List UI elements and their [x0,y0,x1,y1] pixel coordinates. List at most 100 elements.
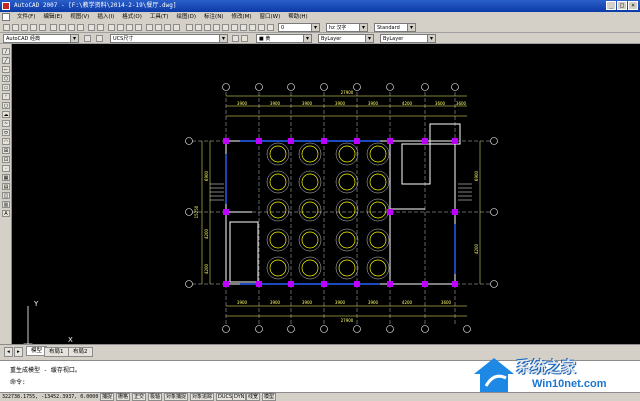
menu-dimension[interactable]: 标注(N) [201,12,226,22]
hatch-icon[interactable]: ▦ [2,174,10,181]
undo-icon[interactable] [88,24,95,31]
color-select[interactable]: ■ 黄 [256,34,312,43]
quick-dim-icon[interactable] [249,24,256,31]
dim-ordinate-icon[interactable] [213,24,220,31]
construction-line-icon[interactable]: ╱ [2,57,10,64]
menu-edit[interactable]: 编辑(E) [40,12,65,22]
make-object-layer-current-icon[interactable] [232,35,239,42]
print-icon[interactable] [30,24,37,31]
match-properties-icon[interactable] [77,24,84,31]
otrack-toggle[interactable]: 对象追踪 [190,393,215,401]
dim-bottom-7: 3600 [441,300,452,305]
layer-previous-icon[interactable] [241,35,248,42]
dim-top-6: 4200 [402,101,413,106]
dim-arc-icon[interactable] [204,24,211,31]
dim-left-2: 4200 [204,228,209,239]
menu-file[interactable]: 文件(F) [14,12,38,22]
ellipse-arc-icon[interactable]: ◠ [2,138,10,145]
copy-icon[interactable] [59,24,66,31]
menu-format[interactable]: 格式(O) [119,12,145,22]
dim-diameter-icon[interactable] [231,24,238,31]
make-block-icon[interactable]: ⊡ [2,156,10,163]
menu-window[interactable]: 窗口(W) [257,12,284,22]
cut-icon[interactable] [50,24,57,31]
tab-scroll-right[interactable]: ▸ [14,347,23,357]
table-icon[interactable]: ▥ [2,201,10,208]
tab-scroll-left[interactable]: ◂ [4,347,13,357]
pan-icon[interactable] [108,24,115,31]
dim-baseline-icon[interactable] [258,24,265,31]
ortho-toggle[interactable]: 正交 [132,393,147,401]
zoom-window-icon[interactable] [126,24,133,31]
menu-tools[interactable]: 工具(T) [147,12,172,22]
new-file-icon[interactable] [3,24,10,31]
menu-insert[interactable]: 插入(I) [94,12,117,22]
spline-icon[interactable]: ~ [2,120,10,127]
circle-icon[interactable]: ○ [2,102,10,109]
workspace-select[interactable]: AutoCAD 经典 [3,34,79,43]
autocad-app-icon[interactable] [2,2,10,10]
redo-icon[interactable] [97,24,104,31]
linetype-select[interactable]: ByLayer [318,34,374,43]
rectangle-icon[interactable]: ▭ [2,84,10,91]
round-tables [269,145,387,277]
dim-style-select[interactable]: 0 [278,23,320,32]
print-preview-icon[interactable] [39,24,46,31]
lineweight-toggle[interactable]: 线宽 [246,393,261,401]
dim-linear-icon[interactable] [186,24,193,31]
grid-toggle[interactable]: 栅格 [116,393,131,401]
properties-icon[interactable] [146,24,153,31]
dim-bottom-total: 27900 [341,318,354,323]
dim-top-3: 3900 [302,101,313,106]
tab-layout1[interactable]: 布局1 [44,347,69,357]
dim-radius-icon[interactable] [222,24,229,31]
ellipse-icon[interactable]: ⬭ [2,129,10,136]
menu-view[interactable]: 视图(V) [67,12,92,22]
dimension-style-select[interactable]: Standard [374,23,416,32]
tool-palettes-icon[interactable] [164,24,171,31]
menu-draw[interactable]: 绘图(D) [174,12,200,22]
gradient-icon[interactable]: ▤ [2,183,10,190]
help-icon[interactable] [173,24,180,31]
save-icon[interactable] [21,24,28,31]
model-toggle[interactable]: 模型 [262,393,277,401]
dim-aligned-icon[interactable] [195,24,202,31]
arc-icon[interactable]: ◜ [2,93,10,100]
dim-continue-icon[interactable] [267,24,274,31]
polygon-icon[interactable]: ⬡ [2,75,10,82]
maximize-button[interactable]: □ [617,1,627,10]
insert-block-icon[interactable]: ⊞ [2,147,10,154]
document-icon[interactable] [2,13,10,21]
dim-angular-icon[interactable] [240,24,247,31]
text-style-select[interactable]: hz 汉字 [326,23,368,32]
lineweight-select[interactable]: ByLayer [380,34,436,43]
revision-cloud-icon[interactable]: ☁ [2,111,10,118]
paste-icon[interactable] [68,24,75,31]
polyline-icon[interactable]: ⌐ [2,66,10,73]
dyn-toggle[interactable]: DYN [232,393,247,401]
workspace-settings-icon[interactable] [84,35,91,42]
floor-plan: 27900 3900 3900 3900 3900 3900 4200 3600… [23,83,498,344]
region-icon[interactable]: ◫ [2,192,10,199]
layer-manager-icon[interactable] [96,35,103,42]
minimize-button[interactable]: _ [606,1,616,10]
zoom-realtime-icon[interactable] [117,24,124,31]
layers-toolbar: AutoCAD 经典 UCS尺寸 ■ 黄 ByLayer ByLayer [0,33,640,44]
close-button[interactable]: × [628,1,638,10]
multiline-text-icon[interactable]: A [2,210,10,217]
zoom-previous-icon[interactable] [135,24,142,31]
tab-layout2[interactable]: 布局2 [68,347,93,357]
polar-toggle[interactable]: 极轴 [148,393,163,401]
menu-modify[interactable]: 修改(M) [228,12,254,22]
drawing-area[interactable]: 27900 3900 3900 3900 3900 3900 4200 3600… [12,44,640,344]
open-file-icon[interactable] [12,24,19,31]
layer-select[interactable]: UCS尺寸 [110,34,228,43]
command-prompt[interactable]: 命令: [10,377,26,386]
menu-help[interactable]: 帮助(H) [285,12,310,22]
snap-toggle[interactable]: 捕捉 [100,393,115,401]
design-center-icon[interactable] [155,24,162,31]
dim-right-1: 6900 [474,170,479,181]
line-icon[interactable]: / [2,48,10,55]
point-icon[interactable]: · [2,165,10,172]
osnap-toggle[interactable]: 对象捕捉 [164,393,189,401]
